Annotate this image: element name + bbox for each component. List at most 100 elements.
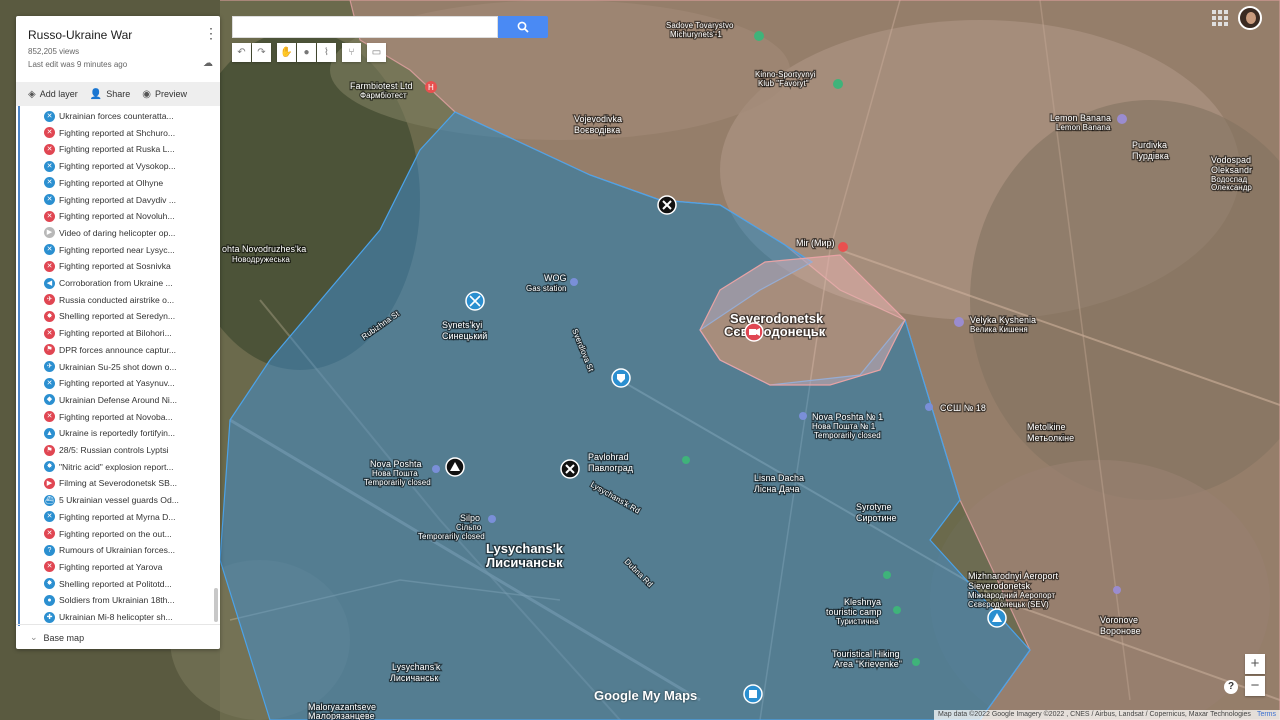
list-item[interactable]: ⛴ 5 Ukrainian vessel guards Od... [44,492,179,508]
list-item[interactable]: ▶ Video of daring helicopter op... [44,225,175,241]
label-lysychansk-2: Lysychans'k [392,662,441,672]
list-item[interactable]: ◆ Ukrainian Defense Around Ni... [44,392,177,408]
label-lemon-uk: Lemon Banana [1056,123,1111,132]
crossed-swords-icon: ✕ [44,110,55,122]
list-item[interactable]: ✕ Fighting reported at Novoluh... [44,208,175,224]
list-item[interactable]: ✕ Fighting reported at Yarova [44,559,162,575]
list-item[interactable]: ? Rumours of Ukrainian forces... [44,542,175,558]
poi-pin-purple-icon[interactable] [1117,114,1127,124]
list-item[interactable]: ⚑ 28/5: Russian controls Lyptsi [44,442,169,458]
list-item-label: Fighting reported at Shchuro... [59,127,176,138]
close-x-icon[interactable] [657,195,677,215]
poi-pin-green-icon[interactable] [883,571,891,579]
poi-pin-purple-icon[interactable] [1113,586,1121,594]
list-item-label: Fighting reported near Lysyc... [59,244,175,255]
list-item[interactable]: ✈ Ukrainian Su-25 shot down o... [44,359,177,375]
list-item[interactable]: ● Soldiers from Ukrainian 18th... [44,592,175,608]
list-item[interactable]: ✕ Fighting reported at Davydiv ... [44,192,176,208]
list-item[interactable]: ✕ Fighting reported near Lysyc... [44,242,175,258]
poi-pin-purple-icon[interactable] [925,403,933,411]
list-item[interactable]: ✕ Fighting reported at Novoba... [44,409,173,425]
poi-pin-green-icon[interactable] [682,456,690,464]
close-x-icon[interactable] [560,459,580,479]
add-layer-button[interactable]: ◈ Add layer [28,89,78,100]
shield-icon[interactable] [611,368,631,388]
zoom-out-button[interactable]: − [1245,676,1265,696]
list-item-label: Fighting reported at Novoluh... [59,211,175,222]
redo-icon[interactable]: ↷ [252,43,271,62]
poi-pin-purple-icon[interactable] [570,278,578,286]
list-item[interactable]: ✕ Ukrainian forces counteratta... [44,108,174,124]
label-velyka: Velyka Kyshenia [970,315,1036,325]
list-item-label: Video of daring helicopter op... [59,227,176,238]
list-item[interactable]: ▲ Ukraine is reportedly fortifyin... [44,425,175,441]
list-item[interactable]: ✕ Fighting reported at Sosnivka [44,258,171,274]
map-title[interactable]: Russo-Ukraine War [28,28,132,42]
label-purdivka-uk: Пурдівка [1132,151,1169,161]
list-item[interactable]: ✚ Ukrainian Mi-8 helicopter sh... [44,609,173,625]
map-attribution: Map data ©2022 Google Imagery ©2022 , CN… [934,710,1280,720]
list-item[interactable]: ✕ Fighting reported on the out... [44,526,172,542]
poi-pin-purple-icon[interactable] [799,412,807,420]
scrollbar-thumb[interactable] [214,588,218,622]
crossed-swords-icon: ✕ [44,194,55,205]
video-icon[interactable] [744,322,764,342]
preview-button[interactable]: ◉ Preview [142,89,187,100]
triangle-icon: ▲ [44,427,55,439]
list-item[interactable]: ⚑ DPR forces announce captur... [44,342,176,358]
more-options-icon[interactable]: ⋮ [204,26,218,40]
search-input[interactable] [232,16,498,38]
poi-pin-purple-icon[interactable] [488,515,496,523]
apps-grid-icon[interactable] [1212,10,1228,26]
list-item[interactable]: ✕ Fighting reported at Shchuro... [44,125,175,141]
poi-pin-red-icon[interactable] [838,242,848,252]
list-item[interactable]: ✕ Fighting reported at Ruska L... [44,141,175,157]
poi-pin-green-icon[interactable] [912,658,920,666]
crossed-swords-icon[interactable] [465,291,485,311]
label-pavlohrad: Pavlohrad [588,452,629,462]
poi-pin-purple-icon[interactable] [954,317,964,327]
list-item[interactable]: ✸ Shelling reported at Politotd... [44,576,172,592]
explosion-icon[interactable] [987,608,1007,628]
help-icon[interactable]: ? [1224,680,1238,694]
video-icon: ▶ [44,227,55,239]
list-item[interactable]: ✸ Shelling reported at Seredyn... [44,308,175,324]
building-icon[interactable] [743,684,763,704]
share-button[interactable]: 👤 Share [90,89,130,100]
list-item[interactable]: ✕ Fighting reported at Bilohori... [44,325,172,341]
marker-icon[interactable]: ● [297,43,316,62]
poi-pin-purple-icon[interactable] [432,465,440,473]
video-icon: ▶ [44,477,55,489]
avatar[interactable] [1238,6,1262,30]
triangle-icon[interactable] [445,457,465,477]
list-item[interactable]: ✕ Fighting reported at Yasynuv... [44,375,175,391]
list-item[interactable]: ✸ "Nitric acid" explosion report... [44,459,174,475]
undo-icon[interactable]: ↶ [232,43,251,62]
draw-line-icon[interactable]: ⌇ [317,43,336,62]
google-my-maps-logo: Google My Maps [594,688,698,703]
label-nova-poshta-1: Nova Poshta № 1 [812,412,883,422]
directions-icon[interactable]: ⑂ [342,43,361,62]
search-button[interactable] [498,16,548,38]
hand-icon[interactable]: ✋ [277,43,296,62]
list-item[interactable]: ✕ Fighting reported at Myrna D... [44,509,176,525]
megaphone-icon: ◀ [44,277,55,289]
list-item[interactable]: ✈ Russia conducted airstrike o... [44,292,174,308]
list-item[interactable]: ✕ Fighting reported at Vysokop... [44,158,176,174]
terms-link[interactable]: Terms [1257,711,1276,718]
label-silpo-closed: Temporarily closed [418,532,485,541]
list-item-label: DPR forces announce captur... [59,344,177,355]
poi-pin-red-icon[interactable]: H [425,81,437,93]
base-map-row[interactable]: ⌄ Base map [16,624,220,650]
list-item[interactable]: ◀ Corroboration from Ukraine ... [44,275,173,291]
zoom-in-button[interactable]: + [1245,654,1265,674]
label-kinno-2: Klub "Favoryt" [758,79,809,88]
list-item-label: Fighting reported at Olhyne [59,177,164,188]
poi-pin-green-icon[interactable] [893,606,901,614]
poi-pin-green-icon[interactable] [833,79,843,89]
poi-pin-green-icon[interactable] [754,31,764,41]
ruler-icon[interactable]: ▭ [367,43,386,62]
list-item[interactable]: ▶ Filming at Severodonetsk SB... [44,475,177,491]
label-hiking: Touristical Hiking [832,649,900,659]
list-item[interactable]: ✕ Fighting reported at Olhyne [44,175,163,191]
